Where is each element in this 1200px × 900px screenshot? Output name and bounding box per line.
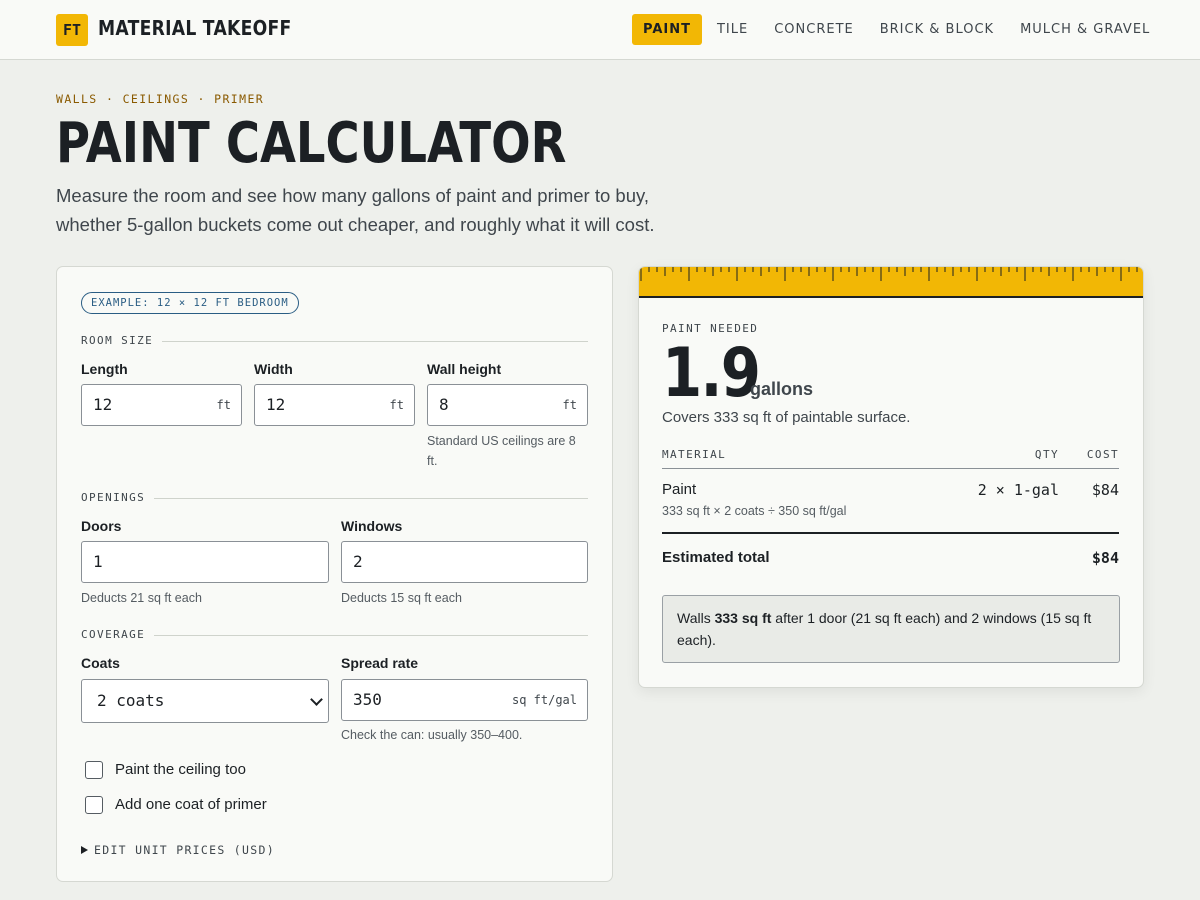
coats-label: Coats [81, 655, 120, 671]
windows-value: 2 [353, 552, 363, 571]
openings-section: OPENINGS [81, 491, 588, 505]
disclosure-triangle-icon [81, 846, 88, 854]
row-detail: 333 sq ft × 2 coats ÷ 350 sq ft/gal [662, 504, 847, 518]
windows-label: Windows [341, 518, 403, 534]
spread-rate-value: 350 [353, 690, 382, 709]
ruler-decoration [639, 267, 1143, 298]
result-panel: PAINT NEEDED 1.9 gallons Covers 333 sq f… [638, 266, 1144, 688]
edit-unit-prices-label: EDIT UNIT PRICES (USD) [94, 843, 275, 857]
section-label: COVERAGE [81, 628, 155, 642]
wall-height-value: 8 [439, 395, 449, 414]
logo-mark[interactable]: FT [56, 14, 88, 46]
nav-tile[interactable]: TILE [717, 14, 748, 45]
qty-column-header: QTY [1034, 448, 1059, 461]
doors-label: Doors [81, 518, 122, 534]
top-bar: FT MATERIAL TAKEOFF PAINT TILE CONCRETE … [0, 0, 1200, 60]
coats-selected: 2 coats [97, 691, 165, 710]
intro-line-2: whether 5-gallon buckets come out cheape… [56, 214, 655, 235]
length-value: 12 [93, 395, 113, 414]
paint-ceiling-label[interactable]: Paint the ceiling too [115, 761, 246, 779]
doors-input[interactable]: 1 [81, 541, 329, 583]
doors-hint: Deducts 21 sq ft each [81, 591, 202, 605]
page-title: PAINT CALCULATOR [56, 111, 567, 176]
calculator-form: EXAMPLE: 12 × 12 FT BEDROOM ROOM SIZE Le… [56, 266, 613, 882]
estimated-total-label: Estimated total [662, 549, 770, 566]
coverage-summary: Covers 333 sq ft of paintable surface. [662, 409, 911, 426]
width-input[interactable]: 12 ft [254, 384, 415, 426]
doors-value: 1 [93, 552, 103, 571]
note-suffix-2: each). [677, 632, 716, 648]
cost-column-header: COST [1086, 448, 1119, 461]
length-label: Length [81, 361, 128, 377]
note-area: 333 sq ft [714, 610, 772, 626]
section-divider [81, 635, 588, 636]
width-label: Width [254, 361, 293, 377]
spread-rate-input[interactable]: 350 sq ft/gal [341, 679, 588, 721]
nav-brick-block[interactable]: BRICK & BLOCK [880, 14, 994, 45]
wall-height-hint: Standard US ceilings are 8 ft. [427, 431, 592, 471]
main-nav: PAINT TILE CONCRETE BRICK & BLOCK MULCH … [632, 14, 1176, 45]
section-label: ROOM SIZE [81, 334, 163, 348]
width-value: 12 [266, 395, 286, 414]
primer-checkbox[interactable] [85, 796, 103, 814]
primer-label[interactable]: Add one coat of primer [115, 796, 267, 814]
intro-line-1: Measure the room and see how many gallon… [56, 185, 650, 206]
length-unit: ft [216, 398, 231, 412]
windows-input[interactable]: 2 [341, 541, 588, 583]
windows-hint: Deducts 15 sq ft each [341, 591, 462, 605]
hint-line-2: ft. [427, 454, 438, 468]
row-cost: $84 [1091, 481, 1119, 499]
ruler-ticks-icon [640, 267, 1138, 281]
chevron-down-icon [310, 693, 323, 706]
material-column-header: MATERIAL [662, 448, 727, 461]
section-label: OPENINGS [81, 491, 155, 505]
example-badge[interactable]: EXAMPLE: 12 × 12 FT BEDROOM [81, 292, 299, 314]
paint-gallons-unit: gallons [750, 379, 814, 399]
wall-height-input[interactable]: 8 ft [427, 384, 588, 426]
room-size-section: ROOM SIZE [81, 334, 588, 348]
wall-area-note: Walls 333 sq ft after 1 door (21 sq ft e… [662, 595, 1120, 663]
wall-height-unit: ft [562, 398, 577, 412]
length-input[interactable]: 12 ft [81, 384, 242, 426]
spread-rate-unit: sq ft/gal [511, 693, 577, 707]
table-header-divider [662, 468, 1119, 469]
estimated-total-value: $84 [1091, 549, 1119, 567]
row-qty: 2 × 1-gal [977, 481, 1059, 499]
spread-rate-label: Spread rate [341, 655, 419, 671]
width-unit: ft [389, 398, 404, 412]
spread-rate-hint: Check the can: usually 350–400. [341, 728, 523, 742]
total-divider [662, 532, 1119, 534]
brand-name[interactable]: MATERIAL TAKEOFF [98, 16, 292, 40]
edit-unit-prices-toggle[interactable]: EDIT UNIT PRICES (USD) [81, 841, 275, 857]
row-material: Paint [662, 481, 697, 498]
page-eyebrow: WALLS · CEILINGS · PRIMER [56, 92, 265, 106]
wall-height-label: Wall height [427, 361, 502, 377]
nav-paint[interactable]: PAINT [632, 14, 702, 45]
paint-ceiling-checkbox[interactable] [85, 761, 103, 779]
coverage-section: COVERAGE [81, 628, 588, 642]
note-suffix-1: after 1 door (21 sq ft each) and 2 windo… [771, 610, 1092, 626]
note-prefix: Walls [677, 610, 715, 626]
paint-gallons-value: 1.9 [662, 334, 761, 413]
nav-mulch-gravel[interactable]: MULCH & GRAVEL [1020, 14, 1150, 45]
nav-concrete[interactable]: CONCRETE [774, 14, 854, 45]
hint-line-1: Standard US ceilings are 8 [427, 434, 576, 448]
section-divider [81, 498, 588, 499]
page-intro: Measure the room and see how many gallon… [56, 181, 696, 239]
coats-select[interactable]: 2 coats [81, 679, 329, 723]
